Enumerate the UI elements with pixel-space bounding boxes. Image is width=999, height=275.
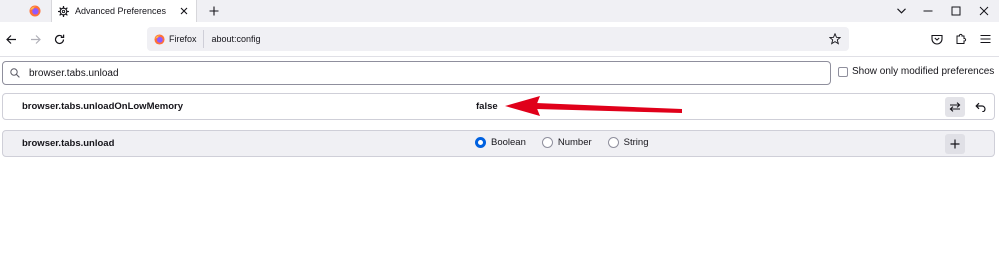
identity-box[interactable]: Firefox [147, 30, 204, 48]
close-icon [979, 6, 989, 16]
radio-label-boolean: Boolean [491, 137, 526, 148]
close-icon [180, 7, 188, 15]
pocket-icon [931, 34, 943, 44]
navigation-toolbar: Firefox about:config [0, 22, 999, 57]
pocket-button[interactable] [927, 29, 947, 49]
search-box[interactable] [2, 61, 831, 85]
star-icon [829, 33, 841, 45]
add-pref-row: browser.tabs.unload Boolean Number Strin… [2, 130, 995, 157]
reset-button[interactable] [970, 97, 990, 117]
list-all-tabs-button[interactable] [887, 0, 915, 22]
pinned-tab-firefox[interactable] [20, 0, 50, 22]
arrow-left-icon [5, 34, 16, 44]
close-tab-button[interactable] [176, 3, 192, 19]
radio-string[interactable]: String [607, 137, 649, 148]
maximize-button[interactable] [942, 0, 970, 22]
tab-advanced-preferences[interactable]: Advanced Preferences [51, 0, 197, 22]
search-icon [10, 68, 20, 78]
radio-button-string[interactable] [607, 137, 619, 148]
undo-icon [974, 102, 986, 112]
radio-label-number: Number [557, 137, 592, 148]
radio-number[interactable]: Number [541, 137, 592, 148]
radio-boolean[interactable]: Boolean [475, 137, 526, 148]
hamburger-menu-icon [980, 34, 990, 44]
forward-button[interactable] [25, 29, 45, 49]
gear-icon [58, 5, 69, 17]
reload-icon [54, 34, 64, 44]
back-button[interactable] [1, 29, 21, 49]
type-radio-group: Boolean Number String [475, 137, 665, 148]
radio-label-string: String [623, 137, 649, 148]
add-pref-button[interactable] [945, 134, 965, 154]
radio-button-boolean[interactable] [475, 137, 486, 148]
toggle-button[interactable] [945, 97, 965, 117]
minimize-icon [923, 10, 933, 12]
url-bar[interactable]: Firefox about:config [147, 27, 849, 51]
new-pref-name: browser.tabs.unload [22, 138, 115, 149]
radio-button-number[interactable] [541, 137, 553, 148]
show-modified-label: Show only modified preferences [852, 66, 995, 77]
minimize-button[interactable] [914, 0, 942, 22]
show-modified-toggle[interactable]: Show only modified preferences [838, 66, 994, 77]
search-input[interactable] [25, 67, 830, 79]
toggle-arrows-icon [949, 102, 961, 112]
firefox-icon [154, 33, 165, 45]
plus-icon [950, 139, 960, 149]
new-tab-button[interactable] [204, 1, 224, 21]
maximize-icon [951, 6, 961, 16]
pref-value: false [476, 101, 498, 112]
bookmark-star-button[interactable] [825, 29, 845, 49]
url-text[interactable]: about:config [212, 34, 825, 44]
plus-icon [209, 6, 219, 16]
app-menu-button[interactable] [975, 29, 995, 49]
close-window-button[interactable] [970, 0, 998, 22]
extensions-button[interactable] [951, 29, 971, 49]
reload-button[interactable] [49, 29, 69, 49]
tab-strip: Advanced Preferences [0, 0, 999, 22]
identity-label: Firefox [169, 34, 197, 44]
firefox-icon [29, 5, 41, 17]
pref-row: browser.tabs.unloadOnLowMemory false [2, 93, 995, 120]
search-icon-wrap [5, 68, 25, 78]
puzzle-icon [956, 33, 967, 44]
show-modified-checkbox[interactable] [838, 66, 848, 77]
chevron-down-icon [896, 8, 906, 14]
arrow-right-icon [30, 34, 41, 44]
pref-name: browser.tabs.unloadOnLowMemory [22, 101, 183, 112]
tab-title: Advanced Preferences [75, 6, 167, 16]
